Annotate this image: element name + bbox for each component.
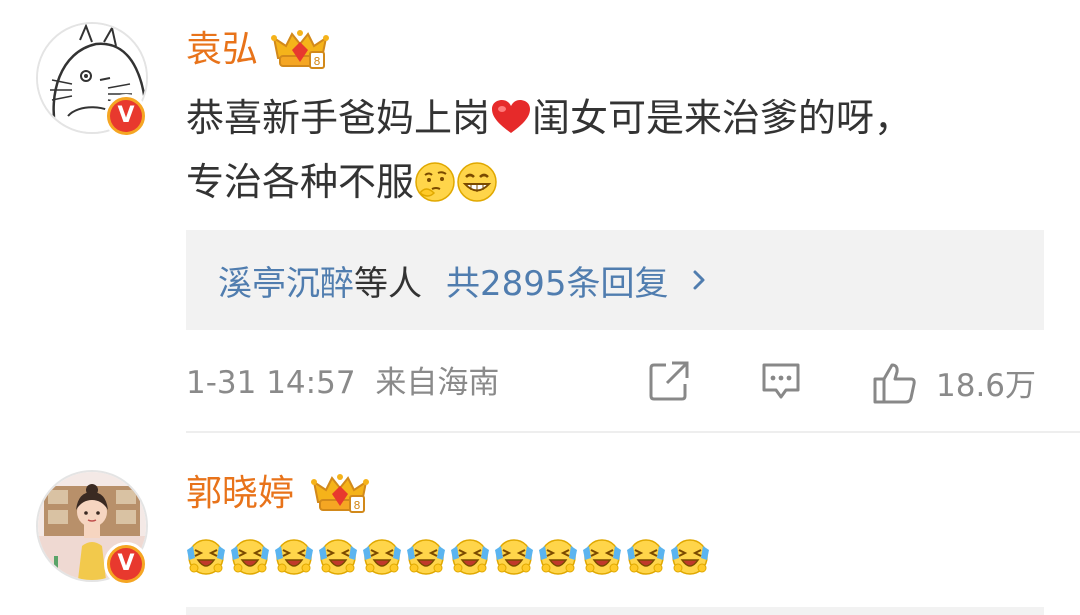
thinking-emoji-icon: [415, 162, 455, 202]
laughing-crying-emoji-icon: [274, 536, 314, 580]
comment-meta: 1-31 14:57 来自海南: [186, 360, 499, 406]
source-location: 来自海南: [375, 365, 500, 401]
svg-text:8: 8: [354, 499, 361, 512]
divider: [186, 431, 1080, 433]
grinning-emoji-icon: [457, 162, 497, 202]
verified-label: V: [110, 100, 142, 132]
comment-text-part: 闺女可是来治爹的呀，: [532, 96, 913, 140]
comment-text-line2: 专治各种不服: [186, 150, 498, 214]
reply-users[interactable]: 溪亭沉醉: [218, 256, 354, 305]
laughing-crying-emoji-icon: [450, 536, 490, 580]
share-box-icon: [649, 361, 689, 401]
username[interactable]: 郭晓婷: [186, 472, 294, 516]
crown-badge-icon: 8: [311, 474, 369, 513]
like-button[interactable]: 18.6万: [872, 360, 1036, 405]
svg-text:8: 8: [314, 55, 321, 68]
verified-badge-icon: V: [104, 94, 148, 138]
reply-summary-box[interactable]: 溪亭沉醉 等人 共2895条回复: [186, 230, 1044, 330]
comment-text-part: 专治各种不服: [186, 160, 415, 204]
comment-text-part: 恭喜新手爸妈上岗: [186, 96, 491, 140]
next-reply-box-edge: [186, 607, 1044, 615]
laughing-crying-emoji-icon: [230, 536, 270, 580]
username[interactable]: 袁弘: [186, 28, 258, 72]
laughing-crying-emoji-icon: [626, 536, 666, 580]
heart-emoji-icon: [492, 100, 531, 133]
reply-users-suffix: 等人: [354, 263, 422, 304]
chevron-right-icon: [693, 270, 705, 290]
thumbs-up-icon: [873, 363, 916, 403]
comment-button[interactable]: [760, 360, 802, 402]
verified-badge-icon: V: [104, 542, 148, 586]
laughing-crying-emoji-icon: [670, 536, 710, 580]
laughing-crying-emoji-icon: [318, 536, 358, 580]
comment-text: 恭喜新手爸妈上岗 闺女可是来治爹的呀，: [186, 86, 912, 150]
like-count: 18.6万: [936, 368, 1037, 404]
laughing-crying-emoji-icon: [538, 536, 578, 580]
laughing-crying-emoji-icon: [362, 536, 402, 580]
timestamp: 1-31 14:57: [186, 365, 356, 401]
repost-button[interactable]: [648, 360, 690, 402]
laughing-crying-emoji-icon: [494, 536, 534, 580]
laughing-crying-emoji-icon: [582, 536, 622, 580]
reply-total[interactable]: 共2895条回复: [446, 256, 669, 305]
verified-label: V: [110, 548, 142, 580]
comment-emoji-row: [186, 536, 714, 580]
laughing-crying-emoji-icon: [186, 536, 226, 580]
crown-badge-icon: 8: [271, 30, 329, 69]
laughing-crying-emoji-icon: [406, 536, 446, 580]
comment-bubble-icon: [762, 363, 800, 399]
